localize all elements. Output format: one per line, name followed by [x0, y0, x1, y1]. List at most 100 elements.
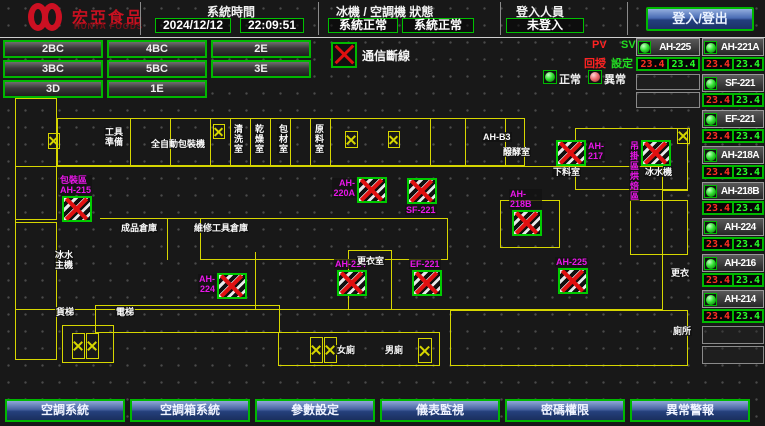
ahu-label: 吊掛區 烘焙區	[629, 141, 640, 201]
unit-value-row: 23.423.4	[702, 93, 764, 107]
unit-value-row: 23.423.4	[702, 201, 764, 215]
room-label: 醱酵室	[502, 147, 531, 157]
unit-value-row: 23.423.4	[702, 309, 764, 323]
ahu-label: SF-221	[405, 205, 437, 215]
ahu-offline-icon[interactable]	[556, 140, 586, 166]
stair-x-icon	[388, 131, 400, 148]
ahu-offline-icon[interactable]	[641, 140, 671, 166]
stair-x-icon	[418, 338, 432, 363]
led-light	[706, 259, 716, 269]
room-label: 廁所	[672, 326, 692, 336]
ahu-offline-icon[interactable]	[558, 268, 588, 294]
unit-status-led-icon	[704, 149, 717, 162]
ahu-unit: 吊掛區 烘焙區	[641, 140, 671, 166]
pv-value: 23.4	[703, 130, 733, 142]
room-label: 電梯	[115, 307, 135, 317]
unit-column-left: AH-22523.423.4	[636, 38, 700, 110]
unit-name: AH-214	[717, 294, 763, 305]
sv-value: 23.4	[733, 310, 763, 322]
ahu-unit: 包裝區 AH-215	[62, 196, 92, 222]
ahu-offline-icon[interactable]	[412, 270, 442, 296]
ahu-label: AH-225	[555, 257, 588, 267]
pv-value: 23.4	[703, 202, 733, 214]
wall-segment	[630, 200, 688, 255]
sv-value: 23.4	[733, 202, 763, 214]
nav-button-6[interactable]: 異常警報	[630, 399, 750, 422]
unit-name: AH-216	[717, 258, 763, 269]
unit-tile-ah-216[interactable]: AH-216	[702, 254, 764, 272]
unit-tile-ef-221[interactable]: EF-221	[702, 110, 764, 128]
ahu-offline-icon[interactable]	[512, 210, 542, 236]
wall-segment	[270, 118, 271, 166]
unit-status-led-icon	[704, 293, 717, 306]
led-light	[706, 43, 716, 53]
unit-tile-sf-221[interactable]: SF-221	[702, 74, 764, 92]
nav-button-3[interactable]: 參數設定	[255, 399, 375, 422]
unit-tile-ah-214[interactable]: AH-214	[702, 290, 764, 308]
wall-segment	[15, 222, 57, 360]
wall-segment	[130, 118, 131, 166]
nav-button-2[interactable]: 空調箱系統	[130, 399, 250, 422]
room-label: 下料室	[552, 167, 581, 177]
unit-status-led-icon	[704, 185, 717, 198]
wall-segment	[278, 332, 440, 366]
wall-segment	[465, 118, 466, 166]
ahu-unit: AH-224	[217, 273, 247, 299]
unit-tile-ah-224[interactable]: AH-224	[702, 218, 764, 236]
unit-value-row: 23.423.4	[702, 165, 764, 179]
room-label: 原料室	[313, 124, 325, 154]
bottom-nav: 空調系統空調箱系統參數設定儀表監視密碼權限異常警報	[0, 394, 765, 426]
sv-value: 23.4	[733, 166, 763, 178]
wall-segment	[250, 118, 251, 166]
wall-segment	[330, 118, 331, 166]
led-light	[706, 115, 716, 125]
stair-x-icon	[677, 128, 690, 144]
wall-segment	[663, 190, 688, 191]
room-label: AH-B3	[482, 132, 512, 142]
pv-value: 23.4	[703, 94, 733, 106]
unit-tile-ah-225[interactable]: AH-225	[636, 38, 700, 56]
ahu-offline-icon[interactable]	[357, 177, 387, 203]
stair-x-icon	[48, 133, 60, 149]
ahu-label: AH-224	[198, 274, 216, 294]
ahu-unit: EF-221	[412, 270, 442, 296]
ahu-offline-icon[interactable]	[337, 270, 367, 296]
room-label: 全自動包裝機	[150, 139, 206, 149]
ahu-offline-icon[interactable]	[62, 196, 92, 222]
wall-segment	[210, 118, 211, 166]
unit-tile-ah-221a[interactable]: AH-221A	[702, 38, 764, 56]
nav-button-1[interactable]: 空調系統	[5, 399, 125, 422]
unit-tile-ah-218b[interactable]: AH-218B	[702, 182, 764, 200]
empty-slot	[702, 326, 764, 344]
unit-name: SF-221	[717, 78, 763, 89]
pv-value: 23.4	[637, 58, 668, 70]
unit-tile-ah-218a[interactable]: AH-218A	[702, 146, 764, 164]
stair-x-icon	[86, 333, 99, 359]
hmi-screen: 宏亞食品 HUNYA FOODS 系統時間 2024/12/12 22:09:5…	[0, 0, 765, 426]
ahu-label: AH-217	[587, 141, 605, 161]
unit-column-right: AH-221A23.423.4SF-22123.423.4EF-22123.42…	[702, 38, 764, 366]
unit-status-led-icon	[704, 41, 717, 54]
ahu-label: AH-220A	[332, 178, 356, 198]
unit-name: AH-224	[717, 222, 763, 233]
nav-button-5[interactable]: 密碼權限	[505, 399, 625, 422]
unit-name: AH-221A	[717, 42, 763, 53]
wall-segment	[167, 218, 168, 260]
unit-value-row: 23.423.4	[702, 129, 764, 143]
unit-value-row: 23.423.4	[702, 237, 764, 251]
ahu-label: AH-218B	[509, 189, 542, 209]
sv-value: 23.4	[733, 130, 763, 142]
led-light	[706, 79, 716, 89]
ahu-offline-icon[interactable]	[407, 178, 437, 204]
wall-segment	[57, 118, 525, 166]
room-label: 男廁	[384, 345, 404, 355]
nav-button-4[interactable]: 儀表監視	[380, 399, 500, 422]
room-label: 維修工具倉庫	[193, 223, 249, 233]
room-label: 包材室	[277, 124, 289, 154]
unit-name: AH-225	[651, 42, 699, 53]
ahu-unit: AH-220A	[357, 177, 387, 203]
room-label: 工具 準備	[104, 127, 124, 147]
stair-x-icon	[345, 131, 358, 148]
ahu-offline-icon[interactable]	[217, 273, 247, 299]
empty-slot	[636, 92, 700, 108]
